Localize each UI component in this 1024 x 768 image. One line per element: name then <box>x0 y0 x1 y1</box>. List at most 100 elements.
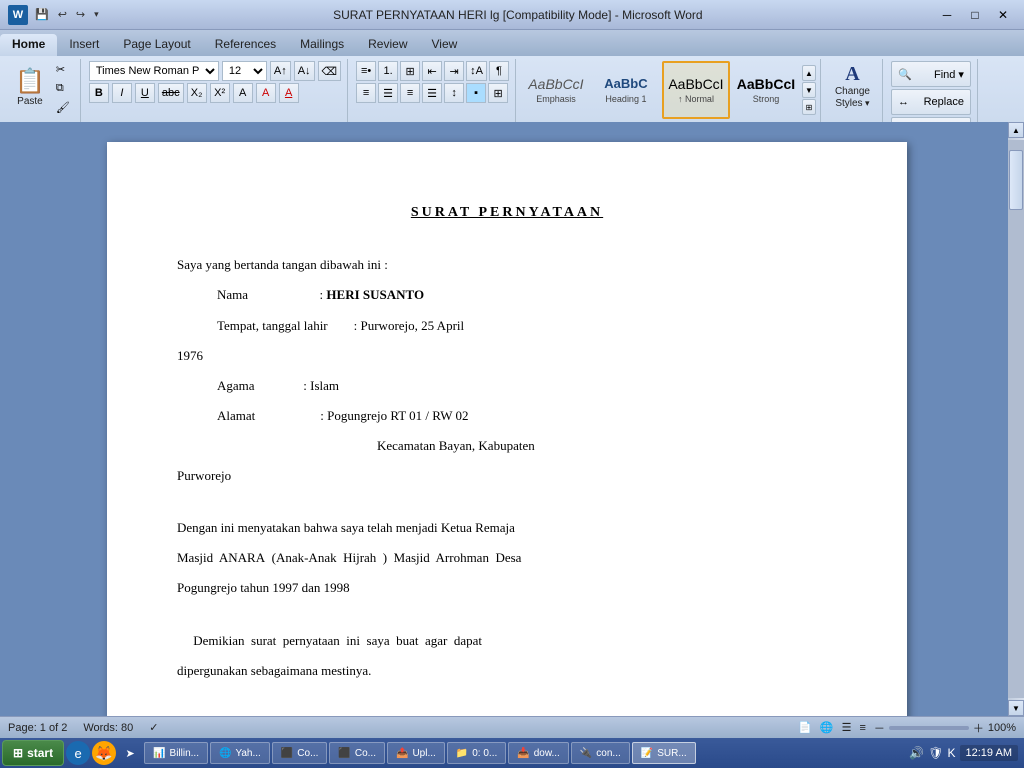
scroll-down-btn[interactable]: ▼ <box>1008 700 1024 716</box>
align-right-btn[interactable]: ≡ <box>400 83 420 103</box>
tab-mailings[interactable]: Mailings <box>288 34 356 56</box>
shading-btn[interactable]: ▪ <box>466 83 486 103</box>
taskbar-right: 🔊 🛡 K 12:19 AM <box>909 745 1022 761</box>
font-size-select[interactable]: 12 <box>222 61 267 81</box>
border-btn[interactable]: ⊞ <box>488 83 508 103</box>
copy-icon: ⧉ <box>56 82 64 95</box>
taskbar-icon-ie[interactable]: e <box>66 741 90 765</box>
align-row: ≡ ☰ ≡ ☰ ↕ ▪ ⊞ <box>356 83 509 103</box>
quick-menu-btn[interactable]: ▾ <box>91 8 102 21</box>
vertical-scrollbar[interactable]: ▲ ▼ <box>1008 122 1024 716</box>
strikethrough-button[interactable]: abc <box>158 83 184 103</box>
tab-view[interactable]: View <box>420 34 470 56</box>
styles-down-btn[interactable]: ▼ <box>802 82 816 98</box>
numbering-btn[interactable]: 1. <box>378 61 398 81</box>
taskbar-upl-btn[interactable]: 📤 Upl... <box>387 742 445 764</box>
list-row: ≡• 1. ⊞ ⇤ ⇥ ↕A ¶ <box>356 61 509 81</box>
taskbar-sur-btn[interactable]: 📝 SUR... <box>632 742 696 764</box>
highlight-color-btn[interactable]: A <box>256 83 276 103</box>
zoom-in-btn[interactable]: ＋ <box>973 720 984 736</box>
taskbar-co1-btn[interactable]: ⬛ Co... <box>272 742 328 764</box>
taskbar-con-btn[interactable]: 🔌 con... <box>571 742 630 764</box>
taskbar-co1-label: Co... <box>297 748 318 759</box>
doc-demikian-line: Demikian surat pernyataan ini saya buat … <box>177 630 837 652</box>
decrease-indent-btn[interactable]: ⇤ <box>422 61 442 81</box>
copy-button[interactable]: ⧉ <box>52 80 74 97</box>
style-normal-btn[interactable]: AaBbCcI ↑ Normal <box>662 61 730 119</box>
font-name-select[interactable]: Times New Roman PS M <box>89 61 219 81</box>
close-btn[interactable]: ✕ <box>990 5 1016 25</box>
taskbar-icon-firefox[interactable]: 🦊 <box>92 741 116 765</box>
title-bar: W 💾 ↩ ↪ ▾ SURAT PERNYATAAN HERI lg [Comp… <box>0 0 1024 30</box>
maximize-btn[interactable]: □ <box>962 5 988 25</box>
styles-expand-btn[interactable]: ⊞ <box>802 99 816 115</box>
zoom-slider[interactable] <box>889 726 969 730</box>
styles-up-btn[interactable]: ▲ <box>802 65 816 81</box>
tab-home[interactable]: Home <box>0 34 57 56</box>
multilevel-btn[interactable]: ⊞ <box>400 61 420 81</box>
clear-format-btn[interactable]: ⌫ <box>318 61 342 81</box>
taskbar-billin-btn[interactable]: 📊 Billin... <box>144 742 208 764</box>
change-styles-button[interactable]: A ChangeStyles ▾ <box>830 61 875 113</box>
scroll-thumb[interactable] <box>1009 150 1023 210</box>
tab-review[interactable]: Review <box>356 34 419 56</box>
subscript-button[interactable]: X₂ <box>187 83 207 103</box>
align-left-btn[interactable]: ≡ <box>356 83 376 103</box>
line-spacing-btn[interactable]: ↕ <box>444 83 464 103</box>
font-color-btn[interactable]: A <box>279 83 299 103</box>
view-draft-btn[interactable]: ≡ <box>859 722 865 734</box>
bold-button[interactable]: B <box>89 83 109 103</box>
taskbar: ⊞ start e 🦊 ➤ 📊 Billin... 🌐 Yah... ⬛ Co.… <box>0 738 1024 768</box>
style-strong-btn[interactable]: AaBbCcI Strong <box>732 61 800 119</box>
justify-btn[interactable]: ☰ <box>422 83 442 103</box>
taskbar-0-btn[interactable]: 📁 0: 0... <box>447 742 506 764</box>
taskbar-sur-icon: 📝 <box>641 748 653 759</box>
align-center-btn[interactable]: ☰ <box>378 83 398 103</box>
view-outline-btn[interactable]: ☰ <box>842 721 852 734</box>
view-web-btn[interactable]: 🌐 <box>820 721 834 734</box>
styles-row: AaBbCcI Emphasis AaBbC Heading 1 AaBbCcI… <box>522 61 816 119</box>
replace-button[interactable]: ↔ Replace <box>891 89 971 115</box>
tab-references[interactable]: References <box>203 34 288 56</box>
scroll-up-btn[interactable]: ▲ <box>1008 122 1024 138</box>
decrease-font-btn[interactable]: A↓ <box>294 61 315 81</box>
zoom-out-btn[interactable]: － <box>874 720 885 736</box>
redo-quick-btn[interactable]: ↪ <box>73 7 88 22</box>
cut-button[interactable]: ✂ <box>52 61 74 78</box>
start-windows-icon: ⊞ <box>13 746 23 760</box>
style-heading1-btn[interactable]: AaBbC Heading 1 <box>592 61 660 119</box>
superscript-button[interactable]: X² <box>210 83 230 103</box>
taskbar-co2-icon: ⬛ <box>338 748 350 759</box>
document-area: ▲ ▼ SURAT PERNYATAAN Saya yang bertanda … <box>0 122 1024 716</box>
taskbar-upl-icon: 📤 <box>396 748 408 759</box>
paste-button[interactable]: 📋 Paste <box>10 67 50 110</box>
undo-quick-btn[interactable]: ↩ <box>55 7 70 22</box>
taskbar-icon-arrow[interactable]: ➤ <box>118 741 142 765</box>
italic-button[interactable]: I <box>112 83 132 103</box>
taskbar-yahoo-btn[interactable]: 🌐 Yah... <box>210 742 270 764</box>
increase-font-btn[interactable]: A↑ <box>270 61 291 81</box>
doc-pogungrejo-line: Pogungrejo tahun 1997 dan 1998 <box>177 577 837 599</box>
view-normal-btn[interactable]: 📄 <box>798 721 812 734</box>
bullets-btn[interactable]: ≡• <box>356 61 376 81</box>
tab-page-layout[interactable]: Page Layout <box>111 34 202 56</box>
paragraph-group-content: ≡• 1. ⊞ ⇤ ⇥ ↕A ¶ ≡ ☰ ≡ ☰ ↕ ▪ ⊞ <box>356 61 509 121</box>
find-button[interactable]: 🔍 Find ▾ <box>891 61 971 87</box>
start-button[interactable]: ⊞ start <box>2 740 64 766</box>
taskbar-co2-btn[interactable]: ⬛ Co... <box>329 742 385 764</box>
sort-btn[interactable]: ↕A <box>466 61 487 81</box>
format-painter-button[interactable]: 🖌 <box>52 99 74 116</box>
taskbar-dow-btn[interactable]: 📥 dow... <box>508 742 569 764</box>
show-para-btn[interactable]: ¶ <box>489 61 509 81</box>
doc-masjid-line: Masjid ANARA (Anak-Anak Hijrah ) Masjid … <box>177 547 837 569</box>
text-effects-button[interactable]: A <box>233 83 253 103</box>
increase-indent-btn[interactable]: ⇥ <box>444 61 464 81</box>
tab-insert[interactable]: Insert <box>57 34 111 56</box>
document-title: SURAT PERNYATAAN <box>177 202 837 224</box>
style-emphasis-btn[interactable]: AaBbCcI Emphasis <box>522 61 590 119</box>
minimize-btn[interactable]: ─ <box>934 5 960 25</box>
spelling-icon: ✓ <box>149 721 158 734</box>
underline-button[interactable]: U <box>135 83 155 103</box>
document-page[interactable]: SURAT PERNYATAAN Saya yang bertanda tang… <box>107 142 907 716</box>
save-quick-btn[interactable]: 💾 <box>32 7 52 22</box>
